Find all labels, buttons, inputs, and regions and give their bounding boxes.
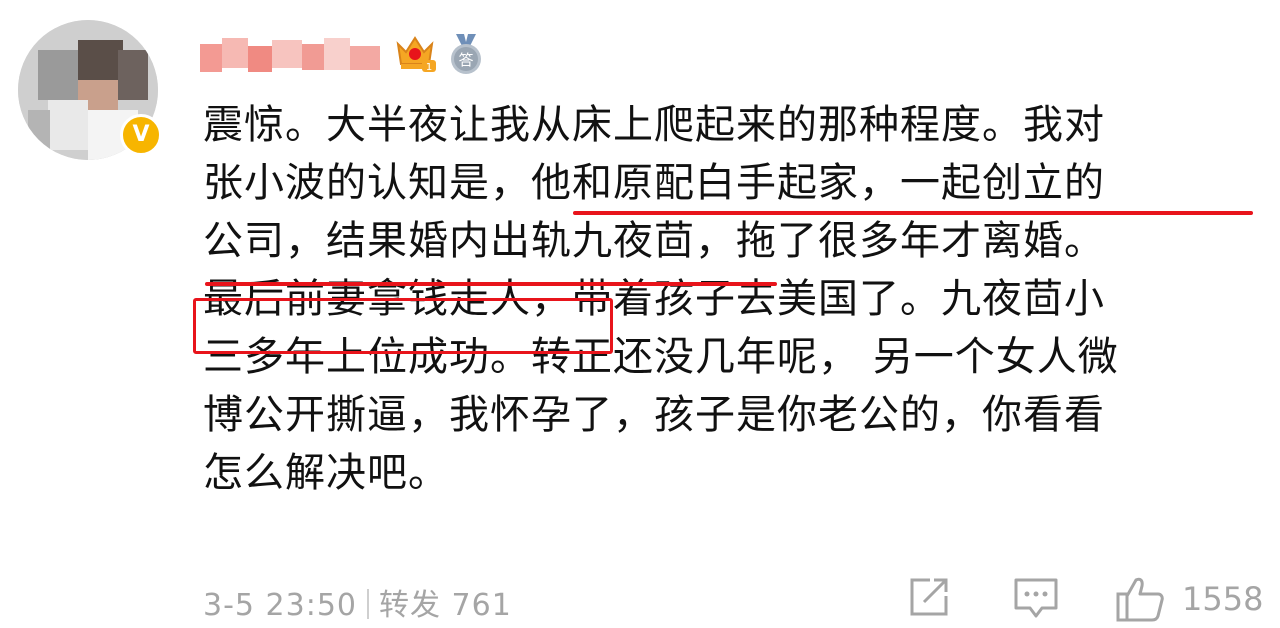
divider: [367, 589, 369, 619]
timestamp: 3-5 23:50: [203, 588, 357, 623]
svg-text:答: 答: [458, 51, 473, 69]
comment-line: 张小波的认知是，他和原配白手起家，一起创立的: [203, 160, 1105, 206]
repost-count: 761: [451, 588, 512, 623]
repost-label[interactable]: 转发: [379, 588, 441, 623]
comment-meta: 3-5 23:50 转发 761: [203, 580, 512, 624]
username-blurred[interactable]: [200, 34, 385, 78]
comment-line: 怎么解决吧。: [203, 450, 449, 496]
comment-line: 博公开撕逼，我怀孕了，孩子是你老公的，你看看: [203, 392, 1105, 438]
answer-badge-icon: 答: [451, 34, 481, 74]
like-count: 1558: [1182, 580, 1264, 618]
red-box-annotation: [193, 298, 613, 354]
comment-line: 震惊。大半夜让我从床上爬起来的那种程度。我对: [203, 102, 1105, 148]
share-icon[interactable]: [906, 574, 952, 620]
verified-badge-icon: V: [120, 114, 162, 156]
comment-icon[interactable]: [1012, 574, 1060, 622]
red-underline-annotation: [205, 282, 777, 286]
red-underline-annotation: [573, 211, 1253, 215]
comment-line: 公司，结果婚内出轨九夜茴，拖了很多年才离婚。: [203, 218, 1105, 264]
crown-badge-icon: 1: [396, 36, 436, 73]
svg-text:1: 1: [426, 62, 432, 73]
like-icon[interactable]: [1114, 574, 1166, 624]
